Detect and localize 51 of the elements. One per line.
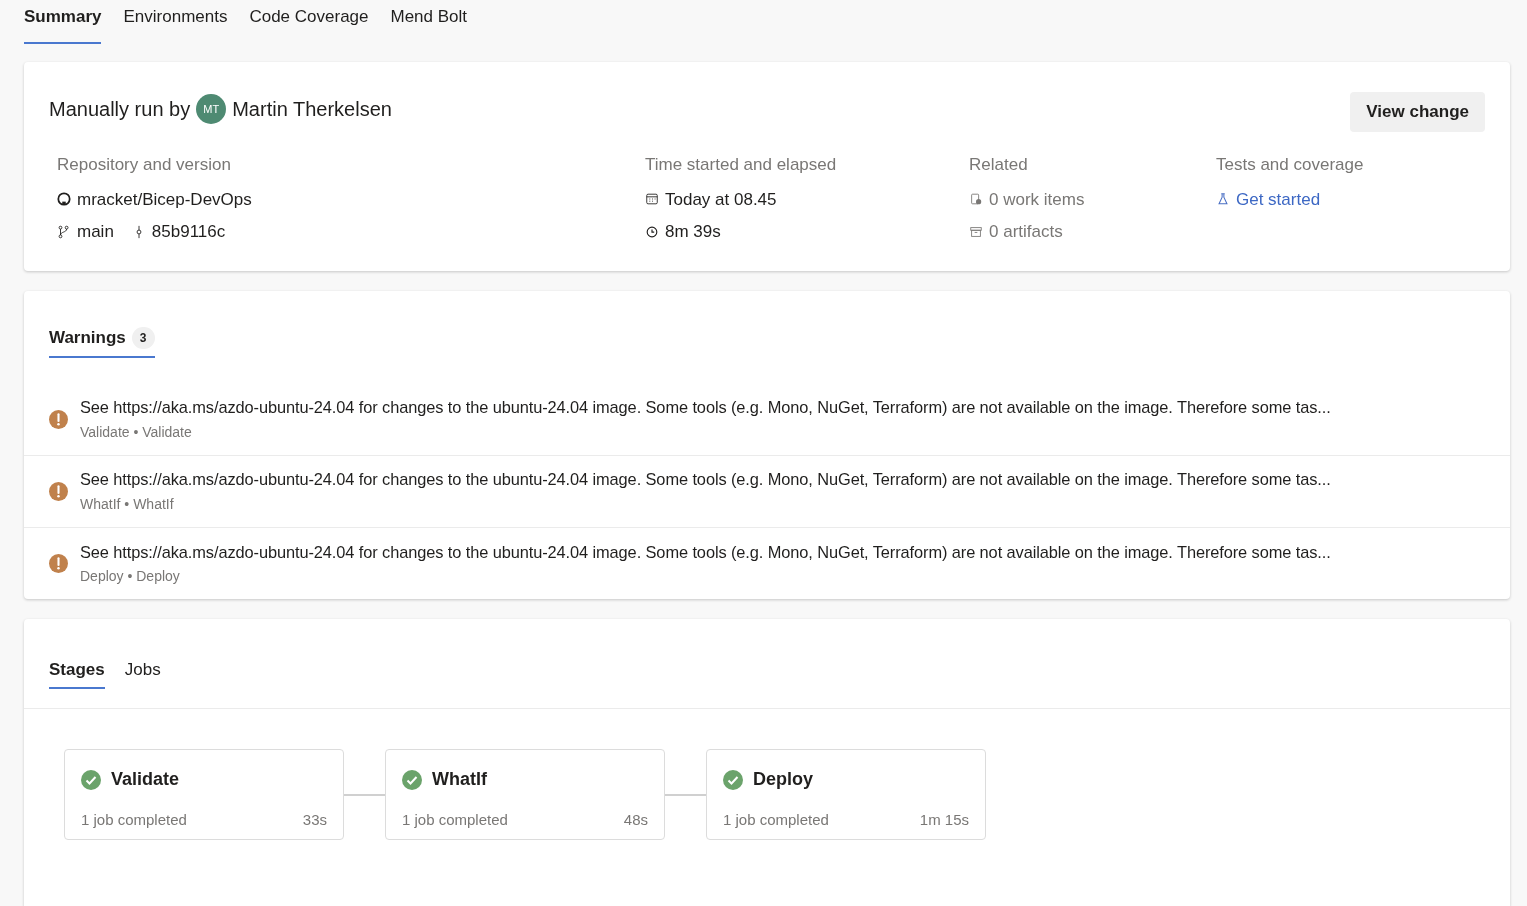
warning-source: WhatIf • WhatIf [80, 494, 175, 514]
stage-name: Validate [111, 768, 180, 791]
section-heading: Repository and version [57, 154, 232, 176]
warning-icon [49, 554, 68, 573]
stage-card[interactable]: Deploy 1 job completed 1m 15s [706, 749, 986, 840]
info-text: 0 work items [989, 188, 1085, 211]
flask-icon [1216, 192, 1230, 207]
stage-duration: 1m 15s [919, 810, 969, 830]
info-text: Today at 08.45 [665, 188, 777, 211]
section-heading: Tests and coverage [1216, 154, 1365, 176]
branch-icon [57, 224, 71, 239]
section-heading: Time started and elapsed [645, 154, 838, 176]
warning-icon [49, 481, 68, 501]
stage-card[interactable]: WhatIf 1 job completed 48s [385, 749, 665, 840]
info-text: 0 artifacts [989, 221, 1063, 243]
warning-source: Deploy • Deploy [80, 567, 181, 587]
warning-message[interactable]: See https://aka.ms/azdo-ubuntu-24.04 for changes to the ubuntu-24.04 image. Some tools (e.g. Mono, NuGet, Terraform) are not available on the image. Therefore some tas... [80, 467, 1331, 492]
run-by-label: Manually run by [49, 97, 191, 122]
info-text: 8m 39s [665, 221, 721, 243]
page-tab[interactable]: Code Coverage [249, 0, 369, 44]
count-badge: 3 [131, 326, 155, 349]
calendar-icon [645, 192, 659, 207]
stage-duration: 48s [623, 810, 648, 830]
info-text: 85b9116c [151, 221, 226, 243]
stage-name: Deploy [753, 768, 813, 791]
clock-icon [645, 224, 659, 239]
link[interactable]: Get started [1236, 186, 1321, 212]
stage-summary: 1 job completed [402, 810, 508, 830]
section-heading: Related [969, 154, 1029, 176]
warning-icon [49, 409, 68, 429]
archive-icon [969, 224, 983, 239]
page-tab[interactable]: Summary [24, 0, 102, 44]
stage-card[interactable]: Validate 1 job completed 33s [64, 749, 344, 840]
stage-duration: 33s [302, 810, 327, 830]
info-text: mracket/Bicep-DevOps [77, 188, 252, 211]
avatar: MT [196, 94, 227, 124]
stage-name: WhatIf [432, 768, 487, 791]
warning-message[interactable]: See https://aka.ms/azdo-ubuntu-24.04 for changes to the ubuntu-24.04 image. Some tools (e.g. Mono, NuGet, Terraform) are not available on the image. Therefore some tas... [80, 395, 1331, 420]
warning-message[interactable]: See https://aka.ms/azdo-ubuntu-24.04 for changes to the ubuntu-24.04 image. Some tools (e.g. Mono, NuGet, Terraform) are not available on the image. Therefore some tas... [80, 539, 1331, 565]
info-text: main [77, 221, 114, 243]
view-change-button[interactable]: View change [1350, 92, 1485, 132]
page-tab[interactable]: Environments [123, 0, 228, 44]
warnings-tab[interactable]: Warnings 3 [49, 325, 155, 358]
stage-summary: 1 job completed [81, 810, 187, 830]
stage-view-tab[interactable]: Jobs [124, 653, 161, 689]
warning-source: Validate • Validate [80, 422, 193, 442]
clipboard-icon [969, 192, 983, 207]
stage-view-tab[interactable]: Stages [49, 653, 105, 689]
user-name[interactable]: Martin Therkelsen [232, 94, 392, 124]
page-tab[interactable]: Mend Bolt [390, 0, 468, 44]
stage-summary: 1 job completed [723, 810, 829, 830]
